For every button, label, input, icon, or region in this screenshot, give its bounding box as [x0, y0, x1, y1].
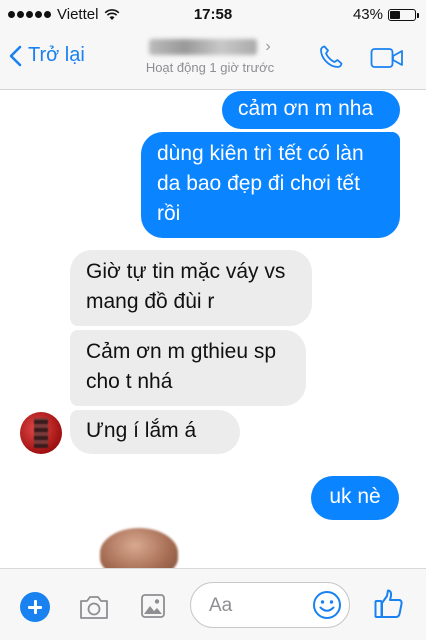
thumbs-up-icon[interactable]: [373, 588, 405, 620]
smile-icon[interactable]: [312, 590, 342, 620]
chevron-right-icon: ›: [265, 38, 271, 55]
back-chevron-icon: [9, 45, 22, 66]
back-label: Trở lại: [28, 44, 85, 66]
message-list[interactable]: cảm ơn m nha dùng kiên trì tết có làn da…: [0, 90, 426, 578]
status-bar: Viettel 17:58 43%: [0, 0, 426, 30]
contact-avatar[interactable]: [20, 412, 62, 454]
battery-icon: [388, 8, 419, 21]
video-camera-icon[interactable]: [370, 47, 404, 69]
status-right: 43%: [352, 6, 419, 23]
active-status: Hoạt động 1 giờ trước: [145, 60, 275, 76]
battery-percent: 43%: [352, 6, 383, 23]
back-button[interactable]: Trở lại: [8, 44, 85, 67]
battery-level: [390, 10, 400, 19]
message-bubble-outgoing[interactable]: cảm ơn m nha: [222, 91, 400, 129]
conversation-header: Trở lại › Hoạt động 1 giờ trước: [0, 30, 426, 90]
message-bubble-incoming[interactable]: Ưng í lắm á: [70, 410, 240, 454]
message-bubble-outgoing[interactable]: dùng kiên trì tết có làn da bao đẹp đi c…: [141, 132, 400, 238]
message-bubble-outgoing[interactable]: uk nè: [311, 476, 399, 520]
message-bubble-incoming[interactable]: Cảm ơn m gthieu sp cho t nhá: [70, 330, 306, 406]
camera-icon[interactable]: [78, 593, 110, 621]
photo-icon[interactable]: [140, 593, 166, 619]
phone-icon[interactable]: [318, 44, 344, 70]
message-bubble-incoming[interactable]: Giờ tự tin mặc váy vs mang đồ đùi r: [70, 250, 312, 326]
plus-icon[interactable]: [20, 592, 50, 622]
contact-name-blurred: [149, 39, 258, 55]
contact-title[interactable]: › Hoạt động 1 giờ trước: [130, 38, 290, 75]
composer-bar: Aa: [0, 568, 426, 640]
